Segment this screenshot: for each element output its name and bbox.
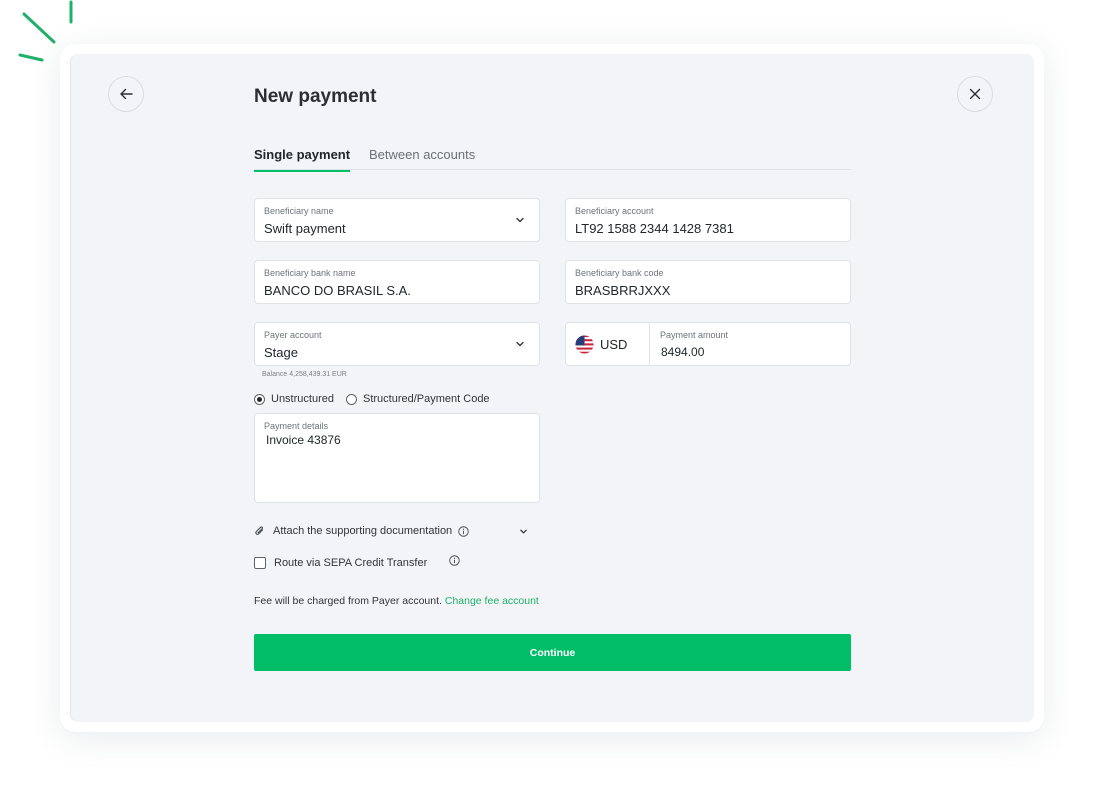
back-button[interactable] (108, 76, 144, 112)
payment-details-textarea[interactable]: Payment details Invoice 43876 (254, 413, 540, 503)
chevron-down-icon (516, 341, 524, 347)
close-icon (969, 88, 981, 100)
beneficiary-account-label: Beneficiary account (575, 206, 654, 216)
remittance-type-group: Unstructured Structured/Payment Code (254, 393, 502, 405)
beneficiary-bank-name-field[interactable]: Beneficiary bank name BANCO DO BRASIL S.… (254, 260, 540, 304)
beneficiary-bank-code-field[interactable]: Beneficiary bank code BRASBRRJXXX (565, 260, 851, 304)
beneficiary-bank-name-label: Beneficiary bank name (264, 268, 356, 278)
beneficiary-account-value: LT92 1588 2344 1428 7381 (575, 221, 734, 236)
radio-structured-label[interactable]: Structured/Payment Code (363, 393, 490, 405)
beneficiary-bank-name-value: BANCO DO BRASIL S.A. (264, 283, 411, 298)
fee-notice: Fee will be charged from Payer account. … (254, 595, 539, 607)
paperclip-icon (255, 526, 264, 535)
radio-structured[interactable] (345, 393, 357, 405)
us-flag-icon (575, 334, 594, 354)
chevron-down-icon (516, 217, 524, 223)
beneficiary-account-field[interactable]: Beneficiary account LT92 1588 2344 1428 … (565, 198, 851, 242)
payer-balance: Balance 4,258,439.31 EUR (262, 371, 347, 378)
beneficiary-bank-code-value: BRASBRRJXXX (575, 283, 671, 298)
attach-documentation-toggle[interactable]: Attach the supporting documentation (254, 523, 530, 539)
payment-type-tabs: Single payment Between accounts (254, 144, 851, 172)
sepa-label[interactable]: Route via SEPA Credit Transfer (274, 557, 427, 569)
radio-unstructured[interactable] (254, 393, 265, 405)
attach-documentation-label: Attach the supporting documentation (273, 525, 453, 537)
payment-details-value: Invoice 43876 (266, 433, 341, 447)
payment-amount-group: USD Payment amount 8494.00 (565, 322, 851, 366)
radio-selected-dot (257, 396, 262, 402)
info-icon[interactable] (458, 525, 469, 537)
payment-amount-label: Payment amount (660, 330, 729, 340)
chevron-down-icon (520, 529, 527, 534)
change-fee-account-link[interactable]: Change fee account (445, 595, 539, 607)
payer-account-select[interactable]: Payer account Stage (254, 322, 540, 366)
sepa-route-option: Route via SEPA Credit Transfer (254, 554, 460, 569)
payer-account-label: Payer account (264, 330, 322, 340)
currency-code: USD (600, 336, 628, 352)
beneficiary-bank-code-label: Beneficiary bank code (575, 268, 664, 278)
payer-account-value: Stage (264, 345, 298, 360)
page-title: New payment (254, 86, 377, 107)
payment-amount-input[interactable]: 8494.00 (661, 345, 704, 359)
close-button[interactable] (957, 76, 993, 112)
beneficiary-name-value: Swift payment (264, 221, 346, 236)
beneficiary-name-select[interactable]: Beneficiary name Swift payment (254, 198, 540, 242)
currency-select[interactable]: USD (566, 323, 650, 365)
beneficiary-name-label: Beneficiary name (264, 206, 334, 216)
fee-text: Fee will be charged from Payer account. (254, 595, 442, 607)
radio-unstructured-label[interactable]: Unstructured (271, 393, 334, 405)
tab-single-payment[interactable]: Single payment (254, 147, 351, 172)
info-icon[interactable] (449, 554, 460, 566)
continue-button[interactable]: Continue (254, 634, 851, 671)
payment-details-label: Payment details (264, 421, 329, 431)
sepa-checkbox[interactable] (254, 557, 266, 569)
arrow-left-icon (120, 88, 133, 100)
tab-between-accounts[interactable]: Between accounts (369, 147, 475, 162)
